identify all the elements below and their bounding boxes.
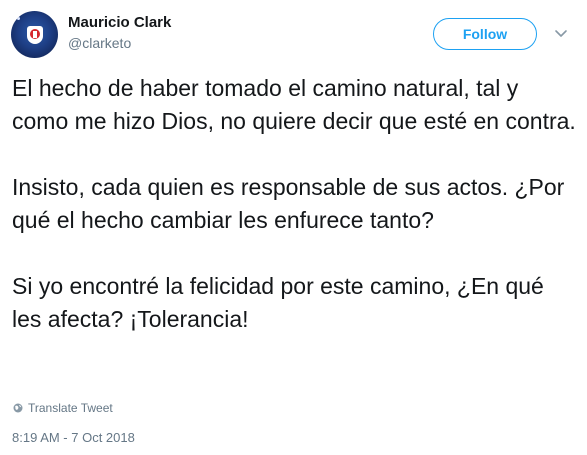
globe-icon (13, 403, 23, 413)
tweet-card: Mauricio Clark @clarketo Follow El hecho… (0, 0, 587, 455)
author-name[interactable]: Mauricio Clark (68, 13, 171, 33)
translate-label: Translate Tweet (28, 401, 113, 415)
translate-tweet-link[interactable]: Translate Tweet (13, 400, 113, 416)
tweet-timestamp[interactable]: 8:19 AM - 7 Oct 2018 (12, 430, 135, 446)
avatar-star (17, 17, 20, 20)
author-handle[interactable]: @clarketo (68, 34, 131, 52)
tweet-paragraph: Si yo encontré la felicidad por este cam… (12, 273, 544, 332)
tweet-paragraph: El hecho de haber tomado el camino natur… (12, 75, 576, 134)
avatar[interactable] (11, 11, 58, 58)
avatar-emblem (27, 26, 43, 44)
tweet-text: El hecho de haber tomado el camino natur… (12, 72, 577, 369)
follow-button[interactable]: Follow (433, 18, 537, 50)
tweet-paragraph: Insisto, cada quien es responsable de su… (12, 174, 565, 233)
chevron-down-icon[interactable] (554, 28, 568, 38)
